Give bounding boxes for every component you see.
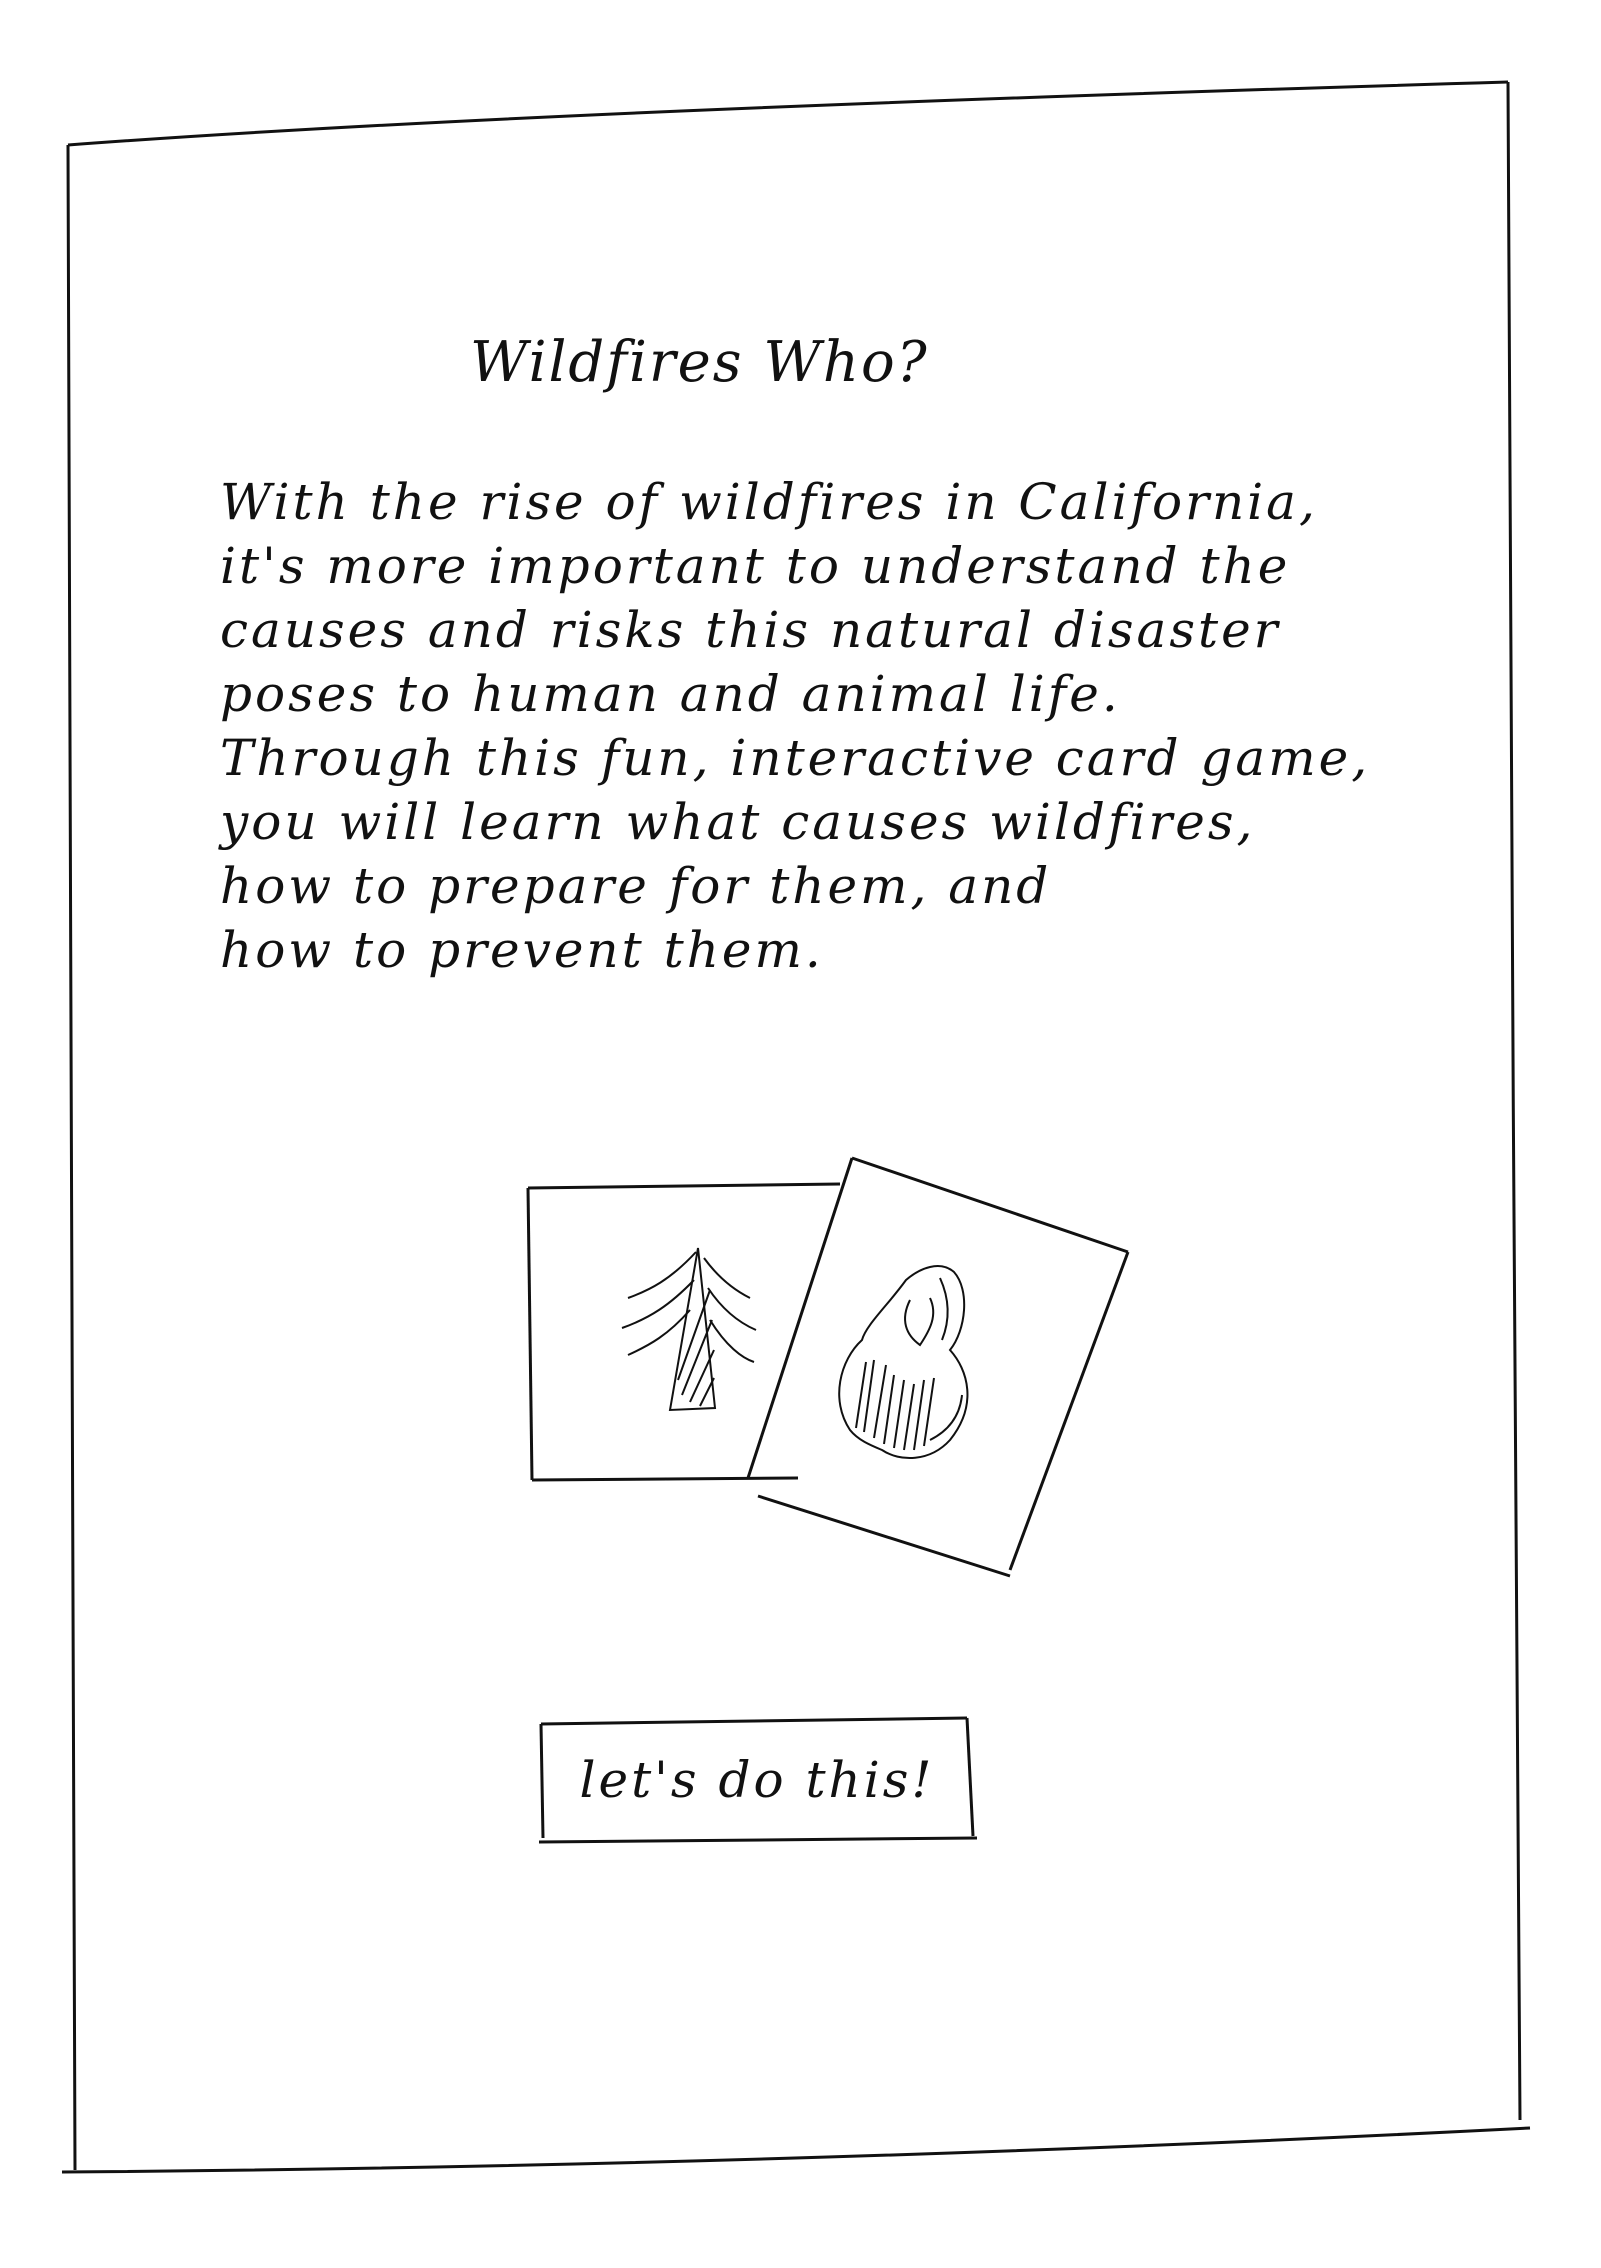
- intro-line: it's more important to understand the: [220, 537, 1291, 595]
- page-title: Wildfires Who?: [470, 330, 929, 395]
- intro-line: causes and risks this natural disaster: [220, 601, 1281, 659]
- flame-card: [746, 1156, 1130, 1578]
- lets-do-this-button[interactable]: let's do this!: [537, 1710, 977, 1850]
- intro-line: you will learn what causes wildfires,: [220, 793, 1256, 851]
- intro-paragraph: With the rise of wildfires in California…: [220, 470, 1420, 982]
- card-illustration: [510, 1140, 1150, 1610]
- intro-line: With the rise of wildfires in California…: [220, 473, 1318, 531]
- tree-card: [526, 1182, 841, 1482]
- pine-tree-icon: [621, 1247, 757, 1412]
- intro-line: how to prevent them.: [220, 921, 824, 979]
- flame-icon: [838, 1265, 969, 1459]
- intro-line: poses to human and animal life.: [220, 665, 1121, 723]
- button-label: let's do this!: [579, 1751, 935, 1809]
- intro-line: Through this fun, interactive card game,: [220, 729, 1371, 787]
- intro-line: how to prepare for them, and: [220, 857, 1052, 915]
